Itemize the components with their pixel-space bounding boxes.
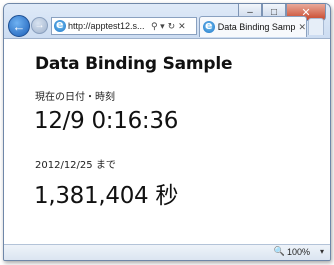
tab-title: Data Binding Sample: [217, 22, 297, 32]
ie-tab-icon: [203, 19, 215, 33]
zoom-dropdown-icon[interactable]: ▾: [320, 247, 324, 256]
current-datetime-value: 12/9 0:16:36: [34, 108, 179, 134]
countdown-label: 2012/12/25 まで: [35, 160, 116, 171]
new-tab-button[interactable]: [308, 18, 324, 35]
address-url[interactable]: http://apptest12.s...: [68, 21, 148, 31]
back-arrow-icon: ←: [12, 18, 26, 34]
address-bar[interactable]: http://apptest12.s... ⚲ ▾ ↻ ✕: [51, 17, 197, 35]
browser-window: – □ ✕ ← → http://apptest12.s... ⚲ ▾ ↻ ✕ …: [3, 3, 331, 261]
countdown-value: 1,381,404 秒: [34, 183, 179, 209]
forward-button[interactable]: →: [31, 17, 48, 34]
page-title: Data Binding Sample: [35, 54, 233, 74]
close-icon[interactable]: ✕: [298, 22, 306, 33]
ie-page-icon: [54, 18, 66, 32]
zoom-level: 100%: [286, 246, 310, 257]
refresh-icon[interactable]: ↻: [168, 21, 176, 32]
search-icon[interactable]: ⚲ ▾: [151, 21, 165, 32]
forward-arrow-icon: →: [34, 20, 45, 31]
stop-icon[interactable]: ✕: [178, 21, 186, 32]
zoom-icon: 🔍: [273, 246, 285, 256]
current-datetime-label: 現在の日付・時刻: [35, 92, 115, 103]
tab-data-binding-sample[interactable]: Data Binding Sample ✕: [199, 16, 307, 37]
zoom-control[interactable]: 🔍 100%: [274, 246, 310, 257]
back-button[interactable]: ←: [8, 15, 30, 37]
status-bar: 🔍 100% ▾: [4, 244, 330, 260]
page-content: Data Binding Sample 現在の日付・時刻 12/9 0:16:3…: [4, 38, 330, 246]
